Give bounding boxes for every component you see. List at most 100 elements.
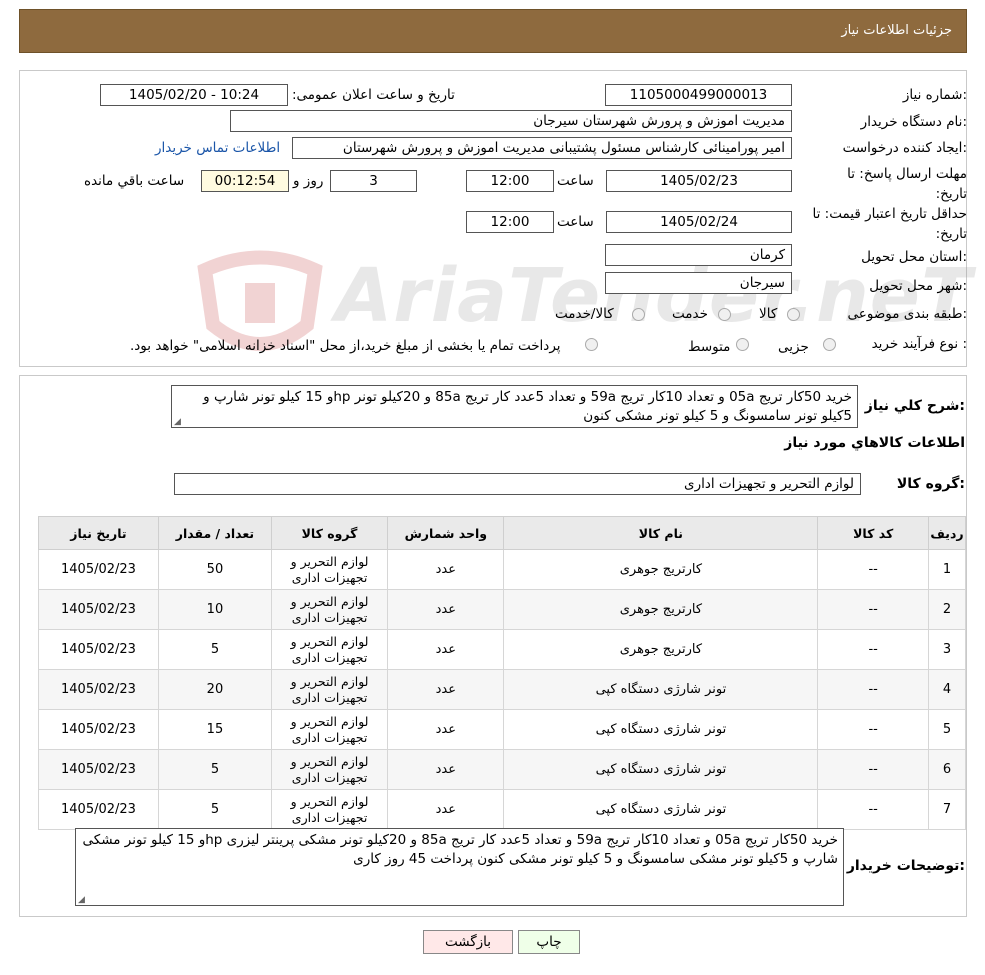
col-code: کد کالا: [817, 516, 930, 550]
item-group-cell: لوازم التحریر و تجهیزات اداری: [270, 669, 389, 710]
item-name-cell: کارتریج جوهری: [503, 549, 819, 590]
item-code-cell: --: [817, 749, 930, 790]
validity-time-label: ساعت: [557, 214, 594, 230]
category-label: طبقه بندی موضوعی:: [847, 306, 967, 322]
creator-field: امیر پورامینائی کارشناس مسئول پشتیبانی م…: [292, 137, 792, 159]
item-qty-cell: 5: [157, 789, 272, 830]
announce-field: 1405/02/20 - 10:24: [100, 84, 288, 106]
item-unit-cell: عدد: [387, 629, 505, 670]
summary-label: شرح کلي نياز:: [864, 398, 965, 414]
table-header-row: رديف کد کالا نام کالا واحد شمارش گروه کا…: [38, 516, 966, 550]
notes-resize-icon[interactable]: ◢: [78, 895, 86, 905]
goods-section-title: اطلاعات کالاهاي مورد نياز: [784, 435, 965, 451]
category-goods-label: کالا: [759, 306, 778, 322]
summary-resize-icon[interactable]: ◢: [174, 417, 182, 427]
item-qty-cell: 20: [157, 669, 272, 710]
col-unit: واحد شمارش: [387, 516, 505, 550]
item-group-cell: لوازم التحریر و تجهیزات اداری: [270, 709, 389, 750]
row-number-cell: 4: [928, 669, 966, 710]
item-unit-cell: عدد: [387, 549, 505, 590]
row-number-cell: 6: [928, 749, 966, 790]
table-row: 3 -- کارتریج جوهری عدد لوازم التحریر و تجهیز…: [38, 629, 966, 670]
table-row: 6 -- تونر شارژی دستگاه کپی عدد لوازم التحریر…: [38, 749, 966, 790]
summary-field: خرید 50کار تریج 05a و تعداد 10کار تریج 5…: [171, 385, 858, 428]
col-name: نام کالا: [503, 516, 819, 550]
goods-group-label: گروه کالا:: [896, 476, 965, 492]
treasury-checkbox[interactable]: [585, 338, 598, 351]
validity-date-field: 1405/02/24: [606, 211, 792, 233]
province-field: کرمان: [605, 244, 792, 266]
item-unit-cell: عدد: [387, 589, 505, 630]
deadline-date-field: 1405/02/23: [606, 170, 792, 192]
item-group-cell: لوازم التحریر و تجهیزات اداری: [270, 629, 389, 670]
item-group-cell: لوازم التحریر و تجهیزات اداری: [270, 589, 389, 630]
page-title: جزئیات اطلاعات نیاز: [841, 23, 952, 38]
item-code-cell: --: [817, 549, 930, 590]
item-unit-cell: عدد: [387, 749, 505, 790]
item-code-cell: --: [817, 789, 930, 830]
item-code-cell: --: [817, 589, 930, 630]
item-date-cell: 1405/02/23: [38, 789, 159, 830]
remaining-time-field: 00:12:54: [201, 170, 289, 192]
deadline-time-label: ساعت: [557, 173, 594, 189]
process-label: نوع فرآیند خرید :: [871, 336, 967, 352]
remaining-time-label: ساعت باقي مانده: [84, 173, 185, 189]
row-number-cell: 2: [928, 589, 966, 630]
buyer-contact-link[interactable]: اطلاعات تماس خریدار: [155, 140, 280, 156]
category-goods-service-radio[interactable]: [632, 308, 645, 321]
validity-time-field: 12:00: [466, 211, 554, 233]
item-name-cell: تونر شارژی دستگاه کپی: [503, 669, 819, 710]
process-note: پرداخت تمام یا بخشی از مبلغ خرید،از محل …: [130, 338, 561, 354]
item-qty-cell: 10: [157, 589, 272, 630]
process-minor-radio[interactable]: [823, 338, 836, 351]
item-date-cell: 1405/02/23: [38, 629, 159, 670]
need-number-label: شماره نیاز:: [902, 87, 967, 103]
row-number-cell: 1: [928, 549, 966, 590]
category-goods-radio[interactable]: [787, 308, 800, 321]
item-unit-cell: عدد: [387, 709, 505, 750]
days-label: روز و: [293, 173, 324, 189]
page-header: جزئیات اطلاعات نیاز: [19, 9, 967, 53]
buyer-notes-label: توضیحات خریدار:: [846, 858, 965, 874]
category-goods-service-label: کالا/خدمت: [555, 306, 614, 322]
item-name-cell: تونر شارژی دستگاه کپی: [503, 709, 819, 750]
deadline-time-field: 12:00: [466, 170, 554, 192]
buyer-org-field: مدیریت اموزش و پرورش شهرستان سیرجان: [230, 110, 792, 132]
goods-table: رديف کد کالا نام کالا واحد شمارش گروه کا…: [38, 516, 966, 830]
table-row: 4 -- تونر شارژی دستگاه کپی عدد لوازم التحریر…: [38, 669, 966, 710]
item-code-cell: --: [817, 669, 930, 710]
item-unit-cell: عدد: [387, 669, 505, 710]
item-code-cell: --: [817, 709, 930, 750]
table-row: 7 -- تونر شارژی دستگاه کپی عدد لوازم التحریر…: [38, 789, 966, 830]
item-date-cell: 1405/02/23: [38, 669, 159, 710]
announce-label: تاریخ و ساعت اعلان عمومی:: [292, 87, 455, 103]
item-date-cell: 1405/02/23: [38, 709, 159, 750]
process-medium-radio[interactable]: [736, 338, 749, 351]
back-button[interactable]: بازگشت: [423, 930, 513, 954]
validity-label: حداقل تاریخ اعتبار قیمت: تا تاریخ:: [812, 206, 967, 242]
days-field: 3: [330, 170, 417, 192]
process-medium-label: متوسط: [688, 339, 731, 355]
row-number-cell: 3: [928, 629, 966, 670]
row-number-cell: 7: [928, 789, 966, 830]
col-row: رديف: [928, 516, 966, 550]
item-name-cell: کارتریج جوهری: [503, 629, 819, 670]
buyer-notes-field: خرید 50کار تریج 05a و تعداد 10کار تریج 5…: [75, 828, 844, 906]
category-service-radio[interactable]: [718, 308, 731, 321]
goods-group-field: لوازم التحریر و تجهیزات اداری: [174, 473, 861, 495]
col-qty: تعداد / مقدار: [157, 516, 272, 550]
col-group: گروه کالا: [270, 516, 389, 550]
table-row: 1 -- کارتریج جوهری عدد لوازم التحریر و تجهیز…: [38, 549, 966, 590]
item-qty-cell: 50: [157, 549, 272, 590]
table-row: 2 -- کارتریج جوهری عدد لوازم التحریر و تجهیز…: [38, 589, 966, 630]
process-minor-label: جزیی: [778, 339, 809, 355]
item-code-cell: --: [817, 629, 930, 670]
category-service-label: خدمت: [672, 306, 708, 322]
item-group-cell: لوازم التحریر و تجهیزات اداری: [270, 549, 389, 590]
item-date-cell: 1405/02/23: [38, 589, 159, 630]
item-name-cell: تونر شارژی دستگاه کپی: [503, 749, 819, 790]
item-qty-cell: 15: [157, 709, 272, 750]
print-button[interactable]: چاپ: [518, 930, 580, 954]
item-name-cell: کارتریج جوهری: [503, 589, 819, 630]
item-name-cell: تونر شارژی دستگاه کپی: [503, 789, 819, 830]
